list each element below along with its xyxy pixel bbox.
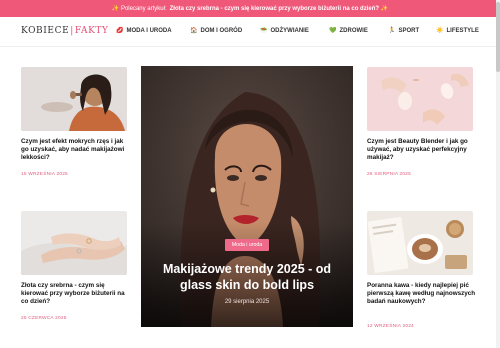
house-icon: 🏠 xyxy=(190,28,198,34)
nav-item-label: ODŻYWIANIE xyxy=(270,27,309,34)
salad-icon: 🥗 xyxy=(260,28,268,34)
featured-article[interactable]: Moda i uroda Makijażowe trendy 2025 - od… xyxy=(141,66,353,327)
nav-item-dom-i-ogrod[interactable]: 🏠 DOM I OGRÓD xyxy=(190,27,243,35)
nav-item-zdrowie[interactable]: 💚 ZDROWIE xyxy=(329,27,368,35)
article-title[interactable]: Czym jest efekt mokrych rzęs i jak go uz… xyxy=(21,138,131,163)
article-title[interactable]: Czym jest Beauty Blender i jak go używać… xyxy=(367,138,477,163)
article-date: 25 CZERWCA 2025 xyxy=(21,316,67,321)
promo-prefix: ✨ Polecany artykuł: xyxy=(111,6,167,12)
main-navbar: KOBIECE|FAKTY 💋 MODA I URODA 🏠 DOM I OGR… xyxy=(0,17,496,47)
beauty-blender-photo xyxy=(367,67,473,131)
article-image-wet-lashes[interactable] xyxy=(21,67,127,131)
article-date: 26 SIERPNIA 2025 xyxy=(367,172,411,177)
hero-date: 29 sierpnia 2025 xyxy=(224,299,270,305)
article-image-coffee[interactable] xyxy=(367,211,473,275)
logo-separator: | xyxy=(70,26,74,36)
nav-item-label: ZDROWIE xyxy=(339,27,368,34)
article-title[interactable]: Poranna kawa - kiedy najlepiej pić pierw… xyxy=(367,282,477,307)
nav-item-moda-i-uroda[interactable]: 💋 MODA I URODA xyxy=(116,27,172,35)
promo-article-link[interactable]: Złota czy srebrna - czym się kierować pr… xyxy=(170,5,389,12)
heart-icon: 💚 xyxy=(329,28,337,34)
runner-icon: 🏃 xyxy=(388,28,396,34)
logo-accent: FAKTY xyxy=(74,26,109,36)
scrollbar-thumb[interactable] xyxy=(496,2,500,72)
nav-item-lifestyle[interactable]: ☀️ LIFESTYLE xyxy=(436,27,479,35)
nav-item-label: SPORT xyxy=(398,27,420,34)
article-image-jewelry[interactable] xyxy=(21,211,127,275)
nav-item-label: MODA I URODA xyxy=(126,27,172,34)
lips-icon: 💋 xyxy=(116,28,124,34)
jewelry-hands-photo xyxy=(21,211,127,275)
site-logo[interactable]: KOBIECE|FAKTY xyxy=(21,26,109,36)
promo-bar: ✨ Polecany artykuł: Złota czy srebrna - … xyxy=(0,0,500,17)
page-scrollbar[interactable] xyxy=(496,0,500,348)
nav-item-label: LIFESTYLE xyxy=(446,27,479,34)
article-date: 15 WRZEŚNIA 2025 xyxy=(21,172,68,177)
article-date: 12 WRZEŚNIA 2024 xyxy=(367,324,414,329)
hero-title[interactable]: Makijażowe trendy 2025 - od glass skin d… xyxy=(149,261,345,293)
nav-item-odzywianie[interactable]: 🥗 ODŻYWIANIE xyxy=(260,27,309,35)
nav-item-sport[interactable]: 🏃 SPORT xyxy=(388,27,420,35)
logo-main: KOBIECE xyxy=(21,26,70,36)
wet-lashes-photo xyxy=(21,67,127,131)
nav-item-label: DOM I OGRÓD xyxy=(200,27,243,34)
morning-coffee-photo xyxy=(367,211,473,275)
sun-icon: ☀️ xyxy=(436,28,444,34)
category-badge[interactable]: Moda i uroda xyxy=(225,239,269,251)
article-image-beauty-blender[interactable] xyxy=(367,67,473,131)
article-title[interactable]: Złota czy srebrna - czym się kierować pr… xyxy=(21,282,131,307)
